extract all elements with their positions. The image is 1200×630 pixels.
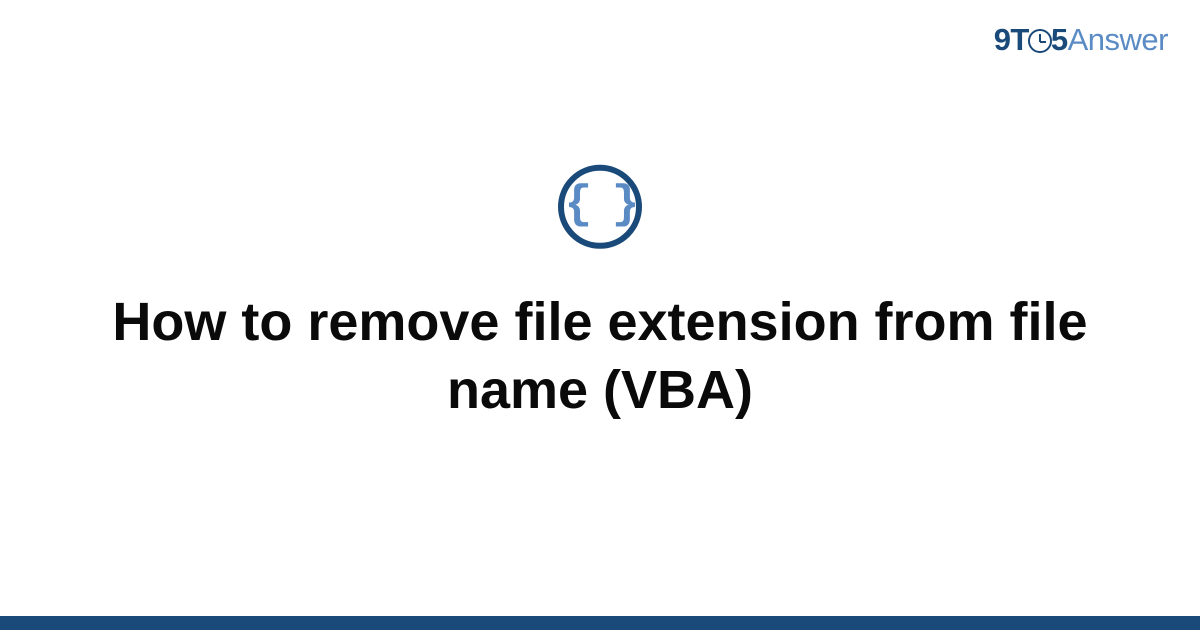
main-content: { } How to remove file extension from fi… xyxy=(0,165,1200,424)
clock-icon xyxy=(1028,29,1052,53)
logo-text-9t: 9T xyxy=(994,22,1029,57)
code-braces-icon: { } xyxy=(565,182,636,228)
site-logo: 9T 5Answer xyxy=(994,22,1168,58)
page-title: How to remove file extension from file n… xyxy=(0,289,1200,424)
logo-text-5: 5 xyxy=(1051,22,1068,57)
footer-accent-bar xyxy=(0,616,1200,630)
logo-text-answer: Answer xyxy=(1068,22,1168,57)
category-icon-circle: { } xyxy=(558,165,642,249)
